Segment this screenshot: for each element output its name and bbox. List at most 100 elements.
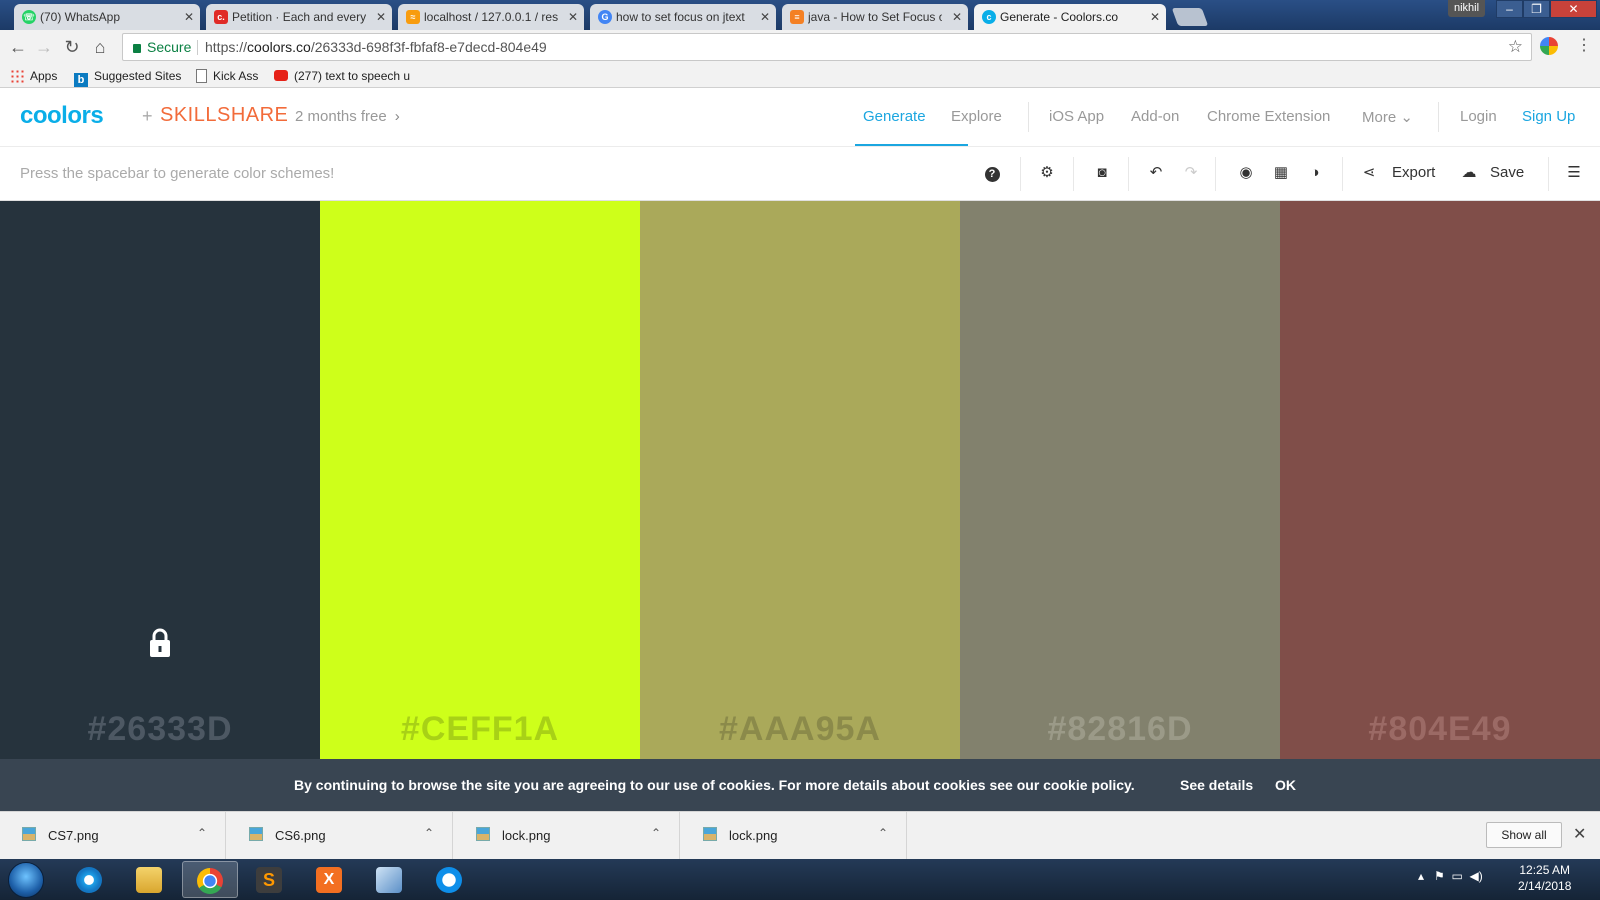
settings-gear-icon[interactable]: ⚙ — [1036, 162, 1058, 184]
nav-chrome-extension[interactable]: Chrome Extension — [1207, 108, 1330, 125]
color-swatch[interactable]: #AAA95A — [640, 201, 960, 759]
tab-google-search[interactable]: G how to set focus on jtext ✕ — [590, 4, 776, 30]
see-details-link[interactable]: See details — [1180, 777, 1253, 793]
profile-name[interactable]: nikhil — [1448, 0, 1486, 17]
hex-code[interactable]: #804E49 — [1280, 710, 1600, 749]
show-hidden-icons-icon[interactable]: ▴ — [1418, 869, 1424, 883]
close-icon[interactable]: ✕ — [376, 4, 386, 30]
window-close-icon[interactable]: ✕ — [1550, 0, 1597, 18]
show-all-downloads-button[interactable]: Show all — [1486, 822, 1562, 848]
tab-localhost[interactable]: ≈ localhost / 127.0.0.1 / res ✕ — [398, 4, 584, 30]
cookie-ok-button[interactable]: OK — [1275, 777, 1296, 793]
taskbar-teamviewer[interactable] — [422, 861, 478, 898]
taskbar-chrome[interactable] — [182, 861, 238, 898]
nav-explore[interactable]: Explore — [951, 108, 1002, 125]
extension-icon[interactable] — [1540, 37, 1558, 55]
share-icon[interactable]: ⋖ — [1358, 162, 1380, 184]
color-swatch[interactable]: #CEFF1A — [320, 201, 640, 759]
eye-view-icon[interactable]: ◉ — [1235, 162, 1257, 184]
url-text[interactable]: https://coolors.co/26333d-698f3f-fbfaf8-… — [205, 34, 547, 60]
maximize-icon[interactable]: ❐ — [1523, 0, 1550, 18]
clock-time: 12:25 AM — [1519, 863, 1571, 877]
taskbar-xampp[interactable]: X — [302, 861, 358, 898]
bookmark-youtube[interactable]: (277) text to speech u — [274, 68, 410, 84]
download-item[interactable]: lock.png ⌃ — [454, 812, 680, 860]
login-link[interactable]: Login — [1460, 108, 1497, 125]
chevron-up-icon[interactable]: ⌃ — [424, 826, 434, 840]
undo-icon[interactable]: ↶ — [1145, 162, 1167, 184]
coolors-logo[interactable]: coolors — [20, 102, 104, 130]
security-indicator[interactable]: Secure — [133, 34, 191, 60]
color-swatch[interactable]: #26333D — [0, 201, 320, 759]
chrome-icon — [197, 868, 223, 894]
taskbar-sublime-text[interactable]: S — [242, 861, 298, 898]
hex-code[interactable]: #26333D — [0, 710, 320, 749]
promo-link[interactable]: 2 months free › — [295, 108, 400, 125]
volume-icon[interactable]: ◀) — [1470, 869, 1483, 883]
minimize-icon[interactable]: – — [1496, 0, 1523, 18]
color-swatch[interactable]: #82816D — [960, 201, 1280, 759]
grid-view-icon[interactable]: ▦ — [1270, 162, 1292, 184]
address-bar[interactable]: Secure https://coolors.co/26333d-698f3f-… — [122, 33, 1532, 61]
download-item[interactable]: CS6.png ⌃ — [227, 812, 453, 860]
close-icon[interactable]: ✕ — [1150, 4, 1160, 30]
nav-generate[interactable]: Generate — [863, 108, 926, 125]
hex-code[interactable]: #82816D — [960, 710, 1280, 749]
bookmark-kick-ass[interactable]: Kick Ass — [196, 68, 258, 84]
adjust-contrast-icon[interactable]: ◑ — [1304, 162, 1326, 184]
chevron-up-icon[interactable]: ⌃ — [878, 826, 888, 840]
close-icon[interactable]: ✕ — [184, 4, 194, 30]
reload-icon[interactable]: ↻ — [60, 35, 84, 59]
network-icon[interactable]: ▭ — [1451, 869, 1462, 883]
close-icon[interactable]: ✕ — [760, 4, 770, 30]
color-swatch[interactable]: #804E49 — [1280, 201, 1600, 759]
generator-toolbar: Press the spacebar to generate color sch… — [0, 147, 1600, 201]
tab-coolors[interactable]: c Generate - Coolors.co ✕ — [974, 4, 1166, 30]
windows-start-icon[interactable] — [8, 862, 44, 898]
taskbar-file-explorer[interactable] — [122, 861, 178, 898]
phpmyadmin-icon: ≈ — [406, 10, 420, 24]
bookmark-suggested-sites[interactable]: b Suggested Sites — [74, 68, 181, 87]
camera-icon[interactable]: ◙ — [1091, 162, 1113, 184]
nav-more[interactable]: More ⌄ — [1362, 108, 1413, 126]
home-icon[interactable]: ⌂ — [88, 35, 112, 59]
taskbar-internet-explorer[interactable] — [62, 861, 118, 898]
tab-stackoverflow[interactable]: ≡ java - How to Set Focus o ✕ — [782, 4, 968, 30]
spacebar-hint: Press the spacebar to generate color sch… — [20, 165, 335, 182]
download-item[interactable]: CS7.png ⌃ — [0, 812, 226, 860]
close-icon[interactable]: ✕ — [952, 4, 962, 30]
action-center-flag-icon[interactable]: ⚑ — [1434, 869, 1445, 883]
nav-more-label: More — [1362, 109, 1397, 126]
cloud-upload-icon[interactable]: ☁ — [1458, 162, 1480, 184]
system-tray[interactable]: ▴ ⚑ ▭ ◀) — [1418, 869, 1483, 883]
redo-icon[interactable]: ↷ — [1180, 162, 1202, 184]
download-item[interactable]: lock.png ⌃ — [681, 812, 907, 860]
system-clock[interactable]: 12:25 AM 2/14/2018 — [1518, 862, 1571, 894]
chrome-menu-icon[interactable]: ⋮ — [1576, 35, 1592, 55]
new-tab-button[interactable] — [1171, 8, 1209, 26]
save-button[interactable]: Save — [1490, 164, 1524, 181]
export-button[interactable]: Export — [1392, 164, 1435, 181]
signup-link[interactable]: Sign Up — [1522, 108, 1575, 125]
bookmark-apps[interactable]: Apps — [10, 68, 57, 84]
tab-whatsapp[interactable]: ☏ (70) WhatsApp ✕ — [14, 4, 200, 30]
virtualbox-icon — [376, 867, 402, 893]
bookmark-star-icon[interactable]: ☆ — [1508, 34, 1523, 60]
back-icon[interactable]: ← — [6, 35, 30, 59]
tab-petition[interactable]: c. Petition · Each and every ✕ — [206, 4, 392, 30]
nav-ios-app[interactable]: iOS App — [1049, 108, 1104, 125]
help-icon[interactable]: ? — [981, 162, 1003, 184]
hamburger-menu-icon[interactable]: ☰ — [1563, 162, 1585, 184]
lock-icon[interactable] — [148, 627, 172, 659]
skillshare-logo[interactable]: SKILLSHARE — [160, 104, 288, 127]
chevron-up-icon[interactable]: ⌃ — [651, 826, 661, 840]
close-icon[interactable]: ✕ — [1573, 824, 1586, 844]
divider — [1342, 157, 1343, 191]
taskbar-virtualbox[interactable] — [362, 861, 418, 898]
hex-code[interactable]: #CEFF1A — [320, 710, 640, 749]
close-icon[interactable]: ✕ — [568, 4, 578, 30]
nav-add-on[interactable]: Add-on — [1131, 108, 1179, 125]
hex-code[interactable]: #AAA95A — [640, 710, 960, 749]
chevron-up-icon[interactable]: ⌃ — [197, 826, 207, 840]
forward-icon[interactable]: → — [32, 35, 56, 59]
